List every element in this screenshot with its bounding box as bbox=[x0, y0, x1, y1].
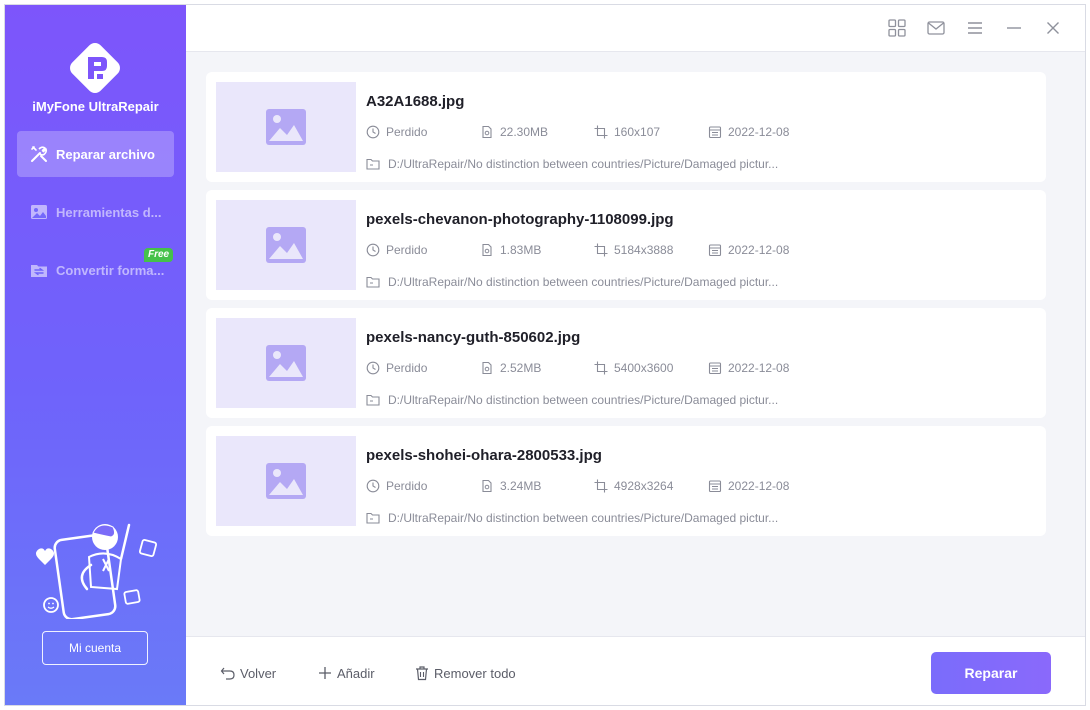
file-card[interactable]: pexels-nancy-guth-850602.jpg Perdido 2.5… bbox=[206, 308, 1046, 418]
app-window: iMyFone UltraRepair Reparar archivo Herr… bbox=[4, 4, 1086, 706]
file-size: 3.24MB bbox=[480, 479, 541, 493]
clock-icon bbox=[366, 479, 380, 493]
calendar-icon bbox=[708, 126, 722, 139]
file-date: 2022-12-08 bbox=[708, 243, 789, 257]
file-icon bbox=[482, 361, 492, 375]
image-placeholder-icon bbox=[266, 227, 306, 263]
calendar-icon bbox=[708, 362, 722, 375]
file-thumbnail bbox=[216, 82, 356, 172]
trash-icon bbox=[416, 666, 428, 681]
grid-icon[interactable] bbox=[887, 18, 907, 38]
convert-icon bbox=[31, 265, 47, 277]
image-tools-icon bbox=[31, 205, 47, 219]
sidebar: iMyFone UltraRepair Reparar archivo Herr… bbox=[5, 5, 186, 705]
sidebar-item-image-tools[interactable]: Herramientas d... bbox=[17, 189, 174, 235]
crop-icon bbox=[594, 479, 608, 493]
file-date: 2022-12-08 bbox=[708, 479, 789, 493]
file-status: Perdido bbox=[366, 125, 427, 139]
file-status: Perdido bbox=[366, 361, 427, 375]
crop-icon bbox=[594, 243, 608, 257]
folder-icon bbox=[366, 512, 380, 524]
crop-icon bbox=[594, 125, 608, 139]
sidebar-item-label: Herramientas d... bbox=[56, 204, 162, 220]
clock-icon bbox=[366, 243, 380, 257]
folder-icon bbox=[366, 394, 380, 406]
file-path: D:/UltraRepair/No distinction between co… bbox=[366, 393, 778, 407]
image-placeholder-icon bbox=[266, 345, 306, 381]
file-name: A32A1688.jpg bbox=[366, 93, 465, 110]
plus-icon bbox=[319, 667, 331, 679]
my-account-button[interactable]: Mi cuenta bbox=[42, 631, 148, 665]
file-status: Perdido bbox=[366, 479, 427, 493]
file-card[interactable]: pexels-shohei-ohara-2800533.jpg Perdido … bbox=[206, 426, 1046, 536]
file-dimensions: 4928x3264 bbox=[594, 479, 673, 493]
file-icon bbox=[482, 243, 492, 257]
undo-icon bbox=[220, 667, 235, 680]
file-thumbnail bbox=[216, 200, 356, 290]
file-name: pexels-shohei-ohara-2800533.jpg bbox=[366, 447, 602, 464]
minimize-icon[interactable] bbox=[1004, 18, 1024, 38]
close-icon[interactable] bbox=[1043, 18, 1063, 38]
file-path: D:/UltraRepair/No distinction between co… bbox=[366, 157, 778, 171]
file-name: pexels-chevanon-photography-1108099.jpg bbox=[366, 211, 674, 228]
file-thumbnail bbox=[216, 436, 356, 526]
clock-icon bbox=[366, 125, 380, 139]
file-card[interactable]: A32A1688.jpg Perdido 22.30MB 160x107 202… bbox=[206, 72, 1046, 182]
action-bar: Volver Añadir Remover todo Reparar bbox=[186, 636, 1085, 705]
file-path: D:/UltraRepair/No distinction between co… bbox=[366, 511, 778, 525]
file-dimensions: 160x107 bbox=[594, 125, 660, 139]
image-placeholder-icon bbox=[266, 109, 306, 145]
free-badge: Free bbox=[144, 248, 174, 262]
clock-icon bbox=[366, 361, 380, 375]
file-thumbnail bbox=[216, 318, 356, 408]
file-icon bbox=[482, 125, 492, 139]
file-card[interactable]: pexels-chevanon-photography-1108099.jpg … bbox=[206, 190, 1046, 300]
file-date: 2022-12-08 bbox=[708, 361, 789, 375]
file-size: 22.30MB bbox=[480, 125, 548, 139]
back-button[interactable]: Volver bbox=[220, 665, 276, 681]
mascot-illustration bbox=[29, 515, 161, 621]
file-path: D:/UltraRepair/No distinction between co… bbox=[366, 275, 778, 289]
mail-icon[interactable] bbox=[926, 18, 946, 38]
sidebar-item-repair-file[interactable]: Reparar archivo bbox=[17, 131, 174, 177]
sidebar-item-label: Convertir forma... bbox=[56, 262, 165, 278]
sidebar-item-label: Reparar archivo bbox=[56, 146, 155, 162]
image-placeholder-icon bbox=[266, 463, 306, 499]
menu-icon[interactable] bbox=[965, 18, 985, 38]
file-dimensions: 5400x3600 bbox=[594, 361, 673, 375]
calendar-icon bbox=[708, 244, 722, 257]
calendar-icon bbox=[708, 480, 722, 493]
repair-button[interactable]: Reparar bbox=[931, 652, 1051, 694]
crop-icon bbox=[594, 361, 608, 375]
title-bar bbox=[186, 5, 1085, 52]
folder-icon bbox=[366, 276, 380, 288]
folder-icon bbox=[366, 158, 380, 170]
repair-tools-icon bbox=[31, 146, 48, 162]
app-logo-icon bbox=[62, 35, 128, 101]
app-name: iMyFone UltraRepair bbox=[32, 99, 159, 114]
file-status: Perdido bbox=[366, 243, 427, 257]
file-list: A32A1688.jpg Perdido 22.30MB 160x107 202… bbox=[186, 52, 1085, 636]
file-size: 2.52MB bbox=[480, 361, 541, 375]
file-date: 2022-12-08 bbox=[708, 125, 789, 139]
file-dimensions: 5184x3888 bbox=[594, 243, 673, 257]
add-button[interactable]: Añadir bbox=[317, 665, 375, 681]
file-size: 1.83MB bbox=[480, 243, 541, 257]
file-name: pexels-nancy-guth-850602.jpg bbox=[366, 329, 581, 346]
file-icon bbox=[482, 479, 492, 493]
remove-all-button[interactable]: Remover todo bbox=[414, 665, 516, 681]
